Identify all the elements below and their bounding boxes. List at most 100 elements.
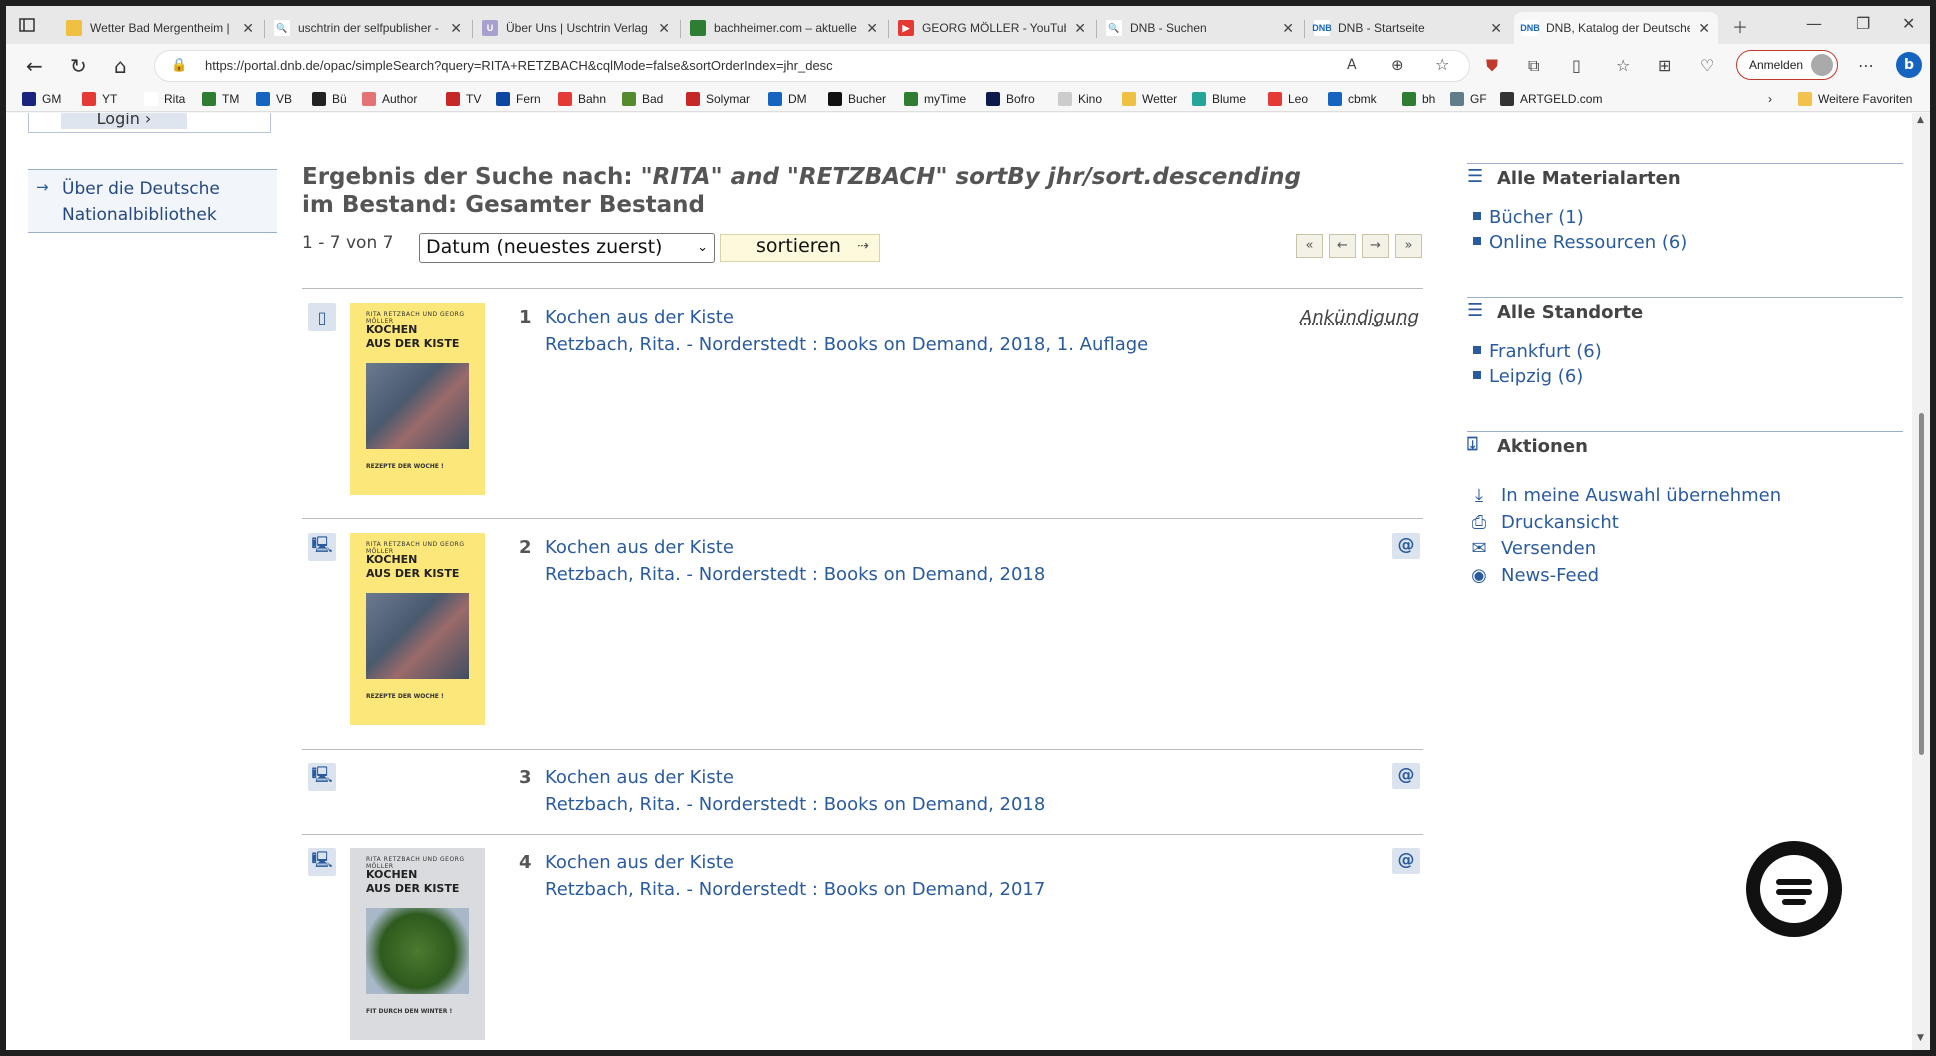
action-send-button[interactable]: ✉ Versenden	[1467, 538, 1596, 559]
result-title-link[interactable]: Kochen aus der Kiste	[545, 852, 734, 873]
facet-link-books[interactable]: Bücher (1)	[1473, 207, 1584, 228]
favorite-item[interactable]: myTime	[904, 92, 966, 106]
browser-tab[interactable]: DNB DNB - Startseite ✕	[1306, 12, 1510, 44]
result-title-link[interactable]: Kochen aus der Kiste	[545, 767, 734, 788]
favorite-item[interactable]: VB	[256, 92, 292, 106]
close-tab-icon[interactable]: ✕	[1698, 20, 1710, 37]
result-details-link[interactable]: Retzbach, Rita. - Norderstedt : Books on…	[545, 564, 1045, 585]
favorite-item[interactable]: DM	[768, 92, 807, 106]
result-details-link[interactable]: Retzbach, Rita. - Norderstedt : Books on…	[545, 794, 1045, 815]
page-scrollbar[interactable]: ▲ ▼	[1912, 113, 1930, 1050]
favorite-item[interactable]: Bü	[312, 92, 347, 106]
scroll-down-icon[interactable]: ▼	[1917, 1033, 1924, 1043]
copilot-icon[interactable]: b	[1896, 52, 1922, 78]
chat-widget-button[interactable]	[1746, 841, 1842, 937]
about-dnb-link[interactable]: → Über die Deutsche Nationalbibliothek	[28, 169, 277, 233]
read-aloud-icon[interactable]: A	[1347, 57, 1357, 73]
more-menu-icon[interactable]: ⋯	[1858, 56, 1874, 75]
prev-page-button[interactable]: ←	[1329, 234, 1356, 258]
favorite-item[interactable]: GF	[1450, 92, 1487, 106]
scroll-up-icon[interactable]: ▲	[1917, 115, 1924, 125]
favorite-item[interactable]: GM	[22, 92, 61, 106]
favorite-item[interactable]: Rita	[144, 92, 185, 106]
browser-tab[interactable]: bachheimer.com – aktuelle ✕	[682, 12, 886, 44]
tab-actions-icon[interactable]	[18, 16, 36, 34]
sort-button[interactable]: sortieren ⇢	[720, 234, 880, 262]
browser-tab[interactable]: DNB DNB, Katalog der Deutsche ✕	[1514, 12, 1718, 44]
favorite-item[interactable]: Kino	[1058, 92, 1102, 106]
sort-select[interactable]: Datum (neuestes zuerst) ⌄	[419, 233, 715, 263]
action-rss-button[interactable]: ◉ News-Feed	[1467, 565, 1599, 586]
close-tab-icon[interactable]: ✕	[450, 20, 462, 37]
more-favorites-folder[interactable]: Weitere Favoriten	[1798, 92, 1912, 106]
result-title-link[interactable]: Kochen aus der Kiste	[545, 307, 734, 328]
favorite-item[interactable]: Author	[362, 92, 417, 106]
favorite-item[interactable]: bh	[1402, 92, 1435, 106]
favorite-star-icon[interactable]: ☆	[1435, 55, 1449, 74]
action-print-button[interactable]: ⎙ Druckansicht	[1467, 512, 1619, 533]
favorite-item[interactable]: Bofro	[986, 92, 1035, 106]
favorite-item[interactable]: YT	[82, 92, 117, 106]
login-button[interactable]: Login ›	[61, 113, 187, 129]
url-text[interactable]: https://portal.dnb.de/opac/simpleSearch?…	[205, 58, 833, 73]
close-window-button[interactable]: ✕	[1902, 14, 1915, 33]
extensions-icon[interactable]: ⧉	[1528, 56, 1539, 76]
online-at-icon[interactable]: @	[1392, 848, 1420, 874]
favorite-item[interactable]: Bad	[622, 92, 663, 106]
favorites-overflow-icon[interactable]: ›	[1768, 92, 1772, 106]
close-tab-icon[interactable]: ✕	[1282, 20, 1294, 37]
close-tab-icon[interactable]: ✕	[866, 20, 878, 37]
browser-tab[interactable]: Wetter Bad Mergentheim | ✕	[58, 12, 262, 44]
favorites-icon[interactable]: ☆	[1616, 56, 1630, 75]
new-tab-button[interactable]: ＋	[1732, 14, 1748, 38]
favorite-item[interactable]: Fern	[496, 92, 541, 106]
close-tab-icon[interactable]: ✕	[1490, 20, 1502, 37]
performance-icon[interactable]: ♡	[1700, 56, 1714, 75]
action-select-button[interactable]: ⤓ In meine Auswahl übernehmen	[1467, 485, 1781, 506]
restore-button[interactable]: ❐	[1856, 14, 1870, 33]
shield-icon[interactable]: ⛊	[1486, 56, 1498, 76]
favorite-item[interactable]: TM	[202, 92, 239, 106]
address-bar[interactable]: 🔒 https://portal.dnb.de/opac/simpleSearc…	[154, 50, 1470, 82]
minimize-button[interactable]: —	[1806, 14, 1822, 33]
result-details-link[interactable]: Retzbach, Rita. - Norderstedt : Books on…	[545, 879, 1045, 900]
first-page-button[interactable]: «	[1296, 234, 1323, 258]
facet-link-leipzig[interactable]: Leipzig (6)	[1473, 366, 1583, 387]
favorite-item[interactable]: Wetter	[1122, 92, 1177, 106]
favorite-item[interactable]: TV	[446, 92, 481, 106]
close-tab-icon[interactable]: ✕	[1074, 20, 1086, 37]
reload-button[interactable]: ↻	[70, 54, 87, 78]
result-title-link[interactable]: Kochen aus der Kiste	[545, 537, 734, 558]
split-screen-icon[interactable]: ▯	[1572, 56, 1581, 75]
cover-image[interactable]: RITA RETZBACH UND GEORG MÖLLER KOCHEN AUS…	[350, 848, 485, 1040]
zoom-icon[interactable]: ⊕	[1391, 56, 1404, 74]
next-page-button[interactable]: →	[1362, 234, 1389, 258]
favorite-item[interactable]: Leo	[1268, 92, 1308, 106]
cover-image[interactable]: RITA RETZBACH UND GEORG MÖLLER KOCHEN AUS…	[350, 303, 485, 495]
online-at-icon[interactable]: @	[1392, 763, 1420, 789]
collections-icon[interactable]: ⊞	[1658, 56, 1671, 75]
online-at-icon[interactable]: @	[1392, 533, 1420, 559]
favorite-item[interactable]: Bucher	[828, 92, 886, 106]
facet-link-online[interactable]: Online Ressourcen (6)	[1473, 232, 1687, 253]
scrollbar-thumb[interactable]	[1919, 413, 1924, 755]
facet-link-frankfurt[interactable]: Frankfurt (6)	[1473, 341, 1602, 362]
browser-tab[interactable]: 🔍 uschtrin der selfpublisher - ✕	[266, 12, 470, 44]
browser-tab[interactable]: 🔍 DNB - Suchen ✕	[1098, 12, 1302, 44]
result-details-link[interactable]: Retzbach, Rita. - Norderstedt : Books on…	[545, 334, 1148, 355]
favorite-item[interactable]: cbmk	[1328, 92, 1377, 106]
sign-in-button[interactable]: Anmelden	[1736, 50, 1838, 80]
close-tab-icon[interactable]: ✕	[242, 20, 254, 37]
favorite-item[interactable]: Blume	[1192, 92, 1246, 106]
browser-tab[interactable]: ▶ GEORG MÖLLER - YouTube ✕	[890, 12, 1094, 44]
favorite-item[interactable]: ARTGELD.com	[1500, 92, 1602, 106]
favorite-item[interactable]: Bahn	[558, 92, 606, 106]
last-page-button[interactable]: »	[1395, 234, 1422, 258]
favorite-item[interactable]: Solymar	[686, 92, 750, 106]
favorite-label: Bahn	[578, 92, 607, 106]
close-tab-icon[interactable]: ✕	[658, 20, 670, 37]
browser-tab[interactable]: U Über Uns | Uschtrin Verlag ✕	[474, 12, 678, 44]
home-button[interactable]: ⌂	[114, 54, 127, 78]
back-button[interactable]: ←	[26, 54, 43, 78]
cover-image[interactable]: RITA RETZBACH UND GEORG MÖLLER KOCHEN AUS…	[350, 533, 485, 725]
